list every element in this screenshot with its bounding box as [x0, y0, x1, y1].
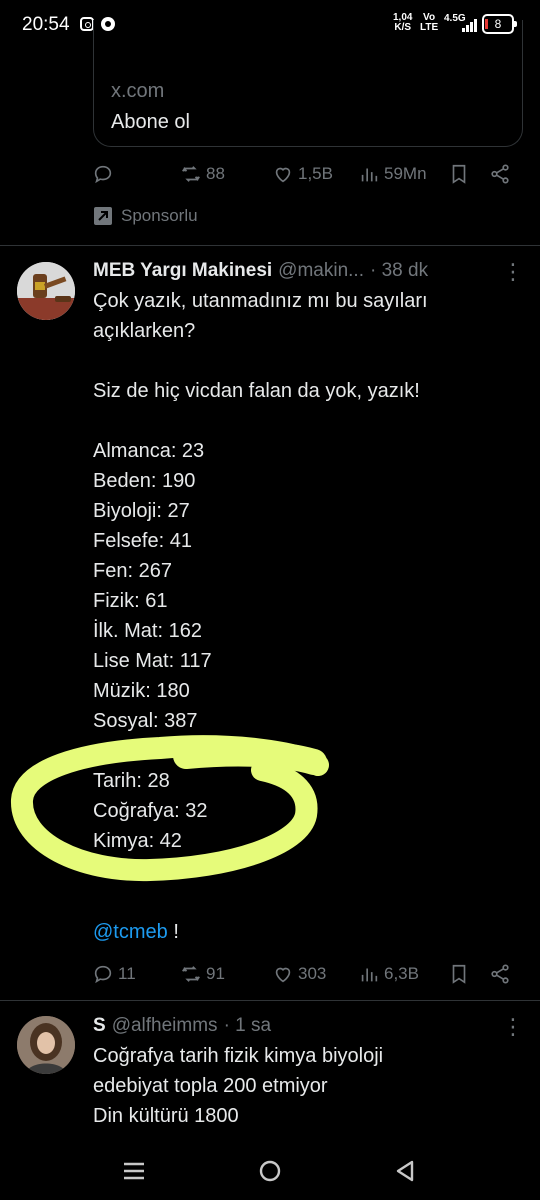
retweet-icon: [182, 166, 200, 182]
tweet-actions: 11 91 303 6,3B: [92, 959, 522, 989]
retweet-count: 88: [206, 164, 225, 183]
heart-icon: [275, 167, 291, 183]
like-count: 303: [298, 964, 327, 983]
tweet-text-line: edebiyat topla 200 etmiyor: [93, 1075, 328, 1097]
tweet-text-line: Almanca: 23: [93, 440, 205, 462]
person-photo-icon: [17, 1016, 75, 1074]
views-icon: [361, 168, 378, 182]
views-count: 59Mn: [384, 164, 427, 183]
bookmark-icon: [452, 164, 466, 184]
share-button[interactable]: [489, 959, 511, 989]
reply-icon: [94, 965, 112, 984]
display-name[interactable]: S: [93, 1015, 106, 1037]
avatar[interactable]: [17, 262, 75, 320]
reply-icon: [94, 165, 112, 184]
home-icon[interactable]: [258, 1159, 282, 1183]
tweet-text-line: Coğrafya tarih fizik kimya biyoloji: [93, 1045, 384, 1067]
more-options-icon[interactable]: ⋮: [502, 1016, 524, 1038]
tweet-text-line: Kimya: 42: [93, 830, 182, 852]
tweet-text-line: Fen: 267: [93, 560, 172, 582]
heart-icon: [275, 967, 291, 983]
tweet-text-line: Din kültürü 1800: [93, 1105, 239, 1127]
card-subtitle: Abone ol: [111, 111, 190, 133]
card-domain: x.com: [111, 80, 165, 102]
tweet-text-line: Tarih: 28: [93, 770, 170, 792]
timestamp[interactable]: · 1 sa: [224, 1015, 272, 1037]
tweet-text-line: Fizik: 61: [93, 590, 168, 612]
retweet-icon: [182, 966, 200, 982]
gavel-icon: [17, 262, 75, 320]
scribble-bar: [173, 740, 327, 775]
timestamp[interactable]: · 38 dk: [370, 260, 428, 282]
tweet-actions: 88 1,5B 59Mn: [92, 159, 522, 189]
views-button[interactable]: 6,3B: [358, 959, 419, 989]
promoted-icon: [94, 207, 112, 225]
navigation-bar: [0, 1142, 540, 1200]
share-icon: [491, 964, 509, 984]
mention-suffix: !: [167, 921, 179, 943]
retweet-button[interactable]: 91: [180, 959, 225, 989]
tweet-text-line: İlk. Mat: 162: [93, 620, 202, 642]
reply-count: 11: [118, 964, 136, 983]
status-time: 20:54: [22, 14, 70, 35]
avatar[interactable]: [17, 1016, 75, 1074]
reply-button[interactable]: 11: [92, 959, 136, 989]
like-button[interactable]: 303: [272, 959, 326, 989]
handle[interactable]: @makin...: [278, 260, 364, 282]
mention-link[interactable]: @tcmeb: [93, 921, 168, 943]
like-count: 1,5B: [298, 164, 333, 183]
sponsored-text: Sponsorlu: [121, 206, 198, 225]
bookmark-button[interactable]: [448, 159, 470, 189]
share-icon: [491, 164, 509, 184]
tweet-text-line: Coğrafya: 32: [93, 800, 208, 822]
tweet-text-line: Beden: 190: [93, 470, 196, 492]
views-button[interactable]: 59Mn: [358, 159, 427, 189]
tweet-text-line: açıklarken?: [93, 320, 196, 342]
reply-button[interactable]: [92, 159, 114, 189]
tweet-header: S @alfheimms · 1 sa: [93, 1013, 271, 1039]
views-count: 6,3B: [384, 964, 419, 983]
back-icon[interactable]: [394, 1159, 416, 1183]
like-button[interactable]: 1,5B: [272, 159, 333, 189]
tweet-text-line: Siz de hiç vicdan falan da yok, yazık!: [93, 380, 420, 402]
handle[interactable]: @alfheimms: [112, 1015, 218, 1037]
display-name[interactable]: MEB Yargı Makinesi: [93, 260, 272, 282]
bookmark-icon: [452, 964, 466, 984]
tweet-text-line: Müzik: 180: [93, 680, 190, 702]
sponsored-label: Sponsorlu: [93, 205, 198, 227]
link-card[interactable]: x.com Abone ol: [93, 20, 523, 147]
instagram-icon: [80, 17, 94, 31]
tweet-text-line: Felsefe: 41: [93, 530, 192, 552]
tweet-text-line: Çok yazık, utanmadınız mı bu sayıları: [93, 290, 428, 312]
retweet-count: 91: [206, 964, 225, 983]
mention-line: @tcmeb !: [93, 917, 179, 947]
tweet-header: MEB Yargı Makinesi @makin... · 38 dk: [93, 258, 428, 284]
divider: [0, 1000, 540, 1001]
bookmark-button[interactable]: [448, 959, 470, 989]
tweet-text-line: Sosyal: 387: [93, 710, 198, 732]
more-options-icon[interactable]: ⋮: [502, 261, 524, 283]
tweet-text-line: Lise Mat: 117: [93, 650, 212, 672]
views-icon: [361, 968, 378, 982]
share-button[interactable]: [489, 159, 511, 189]
recent-apps-icon[interactable]: [122, 1161, 146, 1181]
tweet-text-line: Biyoloji: 27: [93, 500, 190, 522]
retweet-button[interactable]: 88: [180, 159, 225, 189]
divider: [0, 245, 540, 246]
